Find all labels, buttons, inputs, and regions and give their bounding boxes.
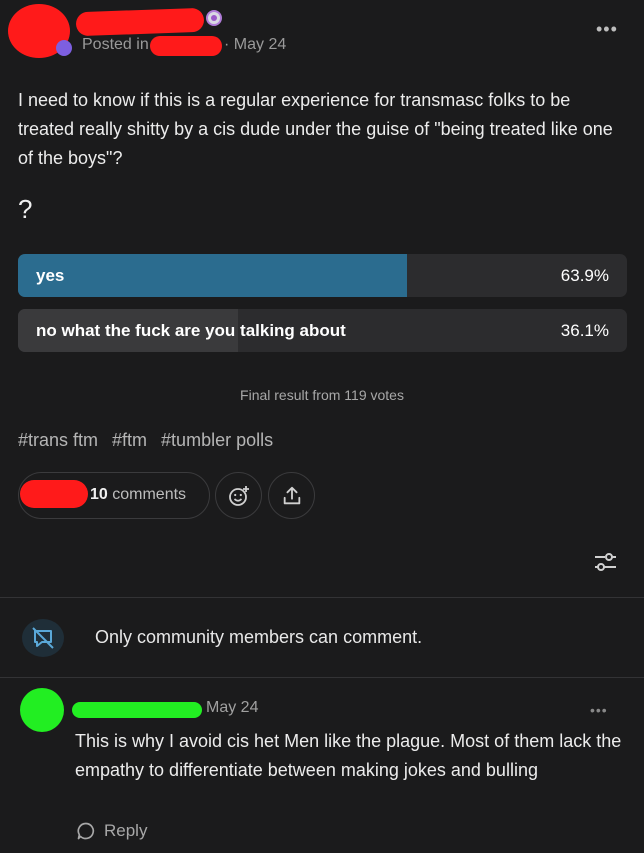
reply-more-options-button[interactable]: ••• — [590, 702, 608, 718]
poll-question: ? — [18, 194, 33, 224]
reply-label: Reply — [104, 821, 148, 840]
comments-number: 10 — [90, 486, 108, 503]
redacted-community-name[interactable] — [150, 36, 222, 56]
comments-count[interactable]: 10 comments — [90, 486, 186, 504]
comments-word: comments — [107, 486, 187, 503]
poll-option-yes[interactable]: yes 63.9% — [18, 254, 627, 297]
posted-in-label: Posted in — [82, 36, 149, 53]
poll-option-fill — [18, 254, 408, 297]
reply-date: May 24 — [206, 699, 259, 716]
divider — [0, 597, 644, 598]
comments-disabled-icon — [22, 619, 64, 657]
post-more-options-button[interactable]: ••• — [596, 20, 618, 38]
tag-link[interactable]: #tumbler polls — [161, 430, 273, 451]
redacted-reply-avatar[interactable] — [20, 688, 64, 732]
sort-filter-button[interactable] — [591, 548, 619, 581]
redacted-username[interactable] — [75, 7, 205, 37]
emoji-add-icon — [228, 485, 249, 506]
community-only-notice: Only community members can comment. — [95, 627, 423, 647]
tag-list: #trans ftm #ftm #tumbler polls — [18, 430, 273, 451]
community-icon — [56, 40, 72, 56]
share-icon — [283, 486, 300, 504]
filter-sliders-icon — [595, 553, 616, 571]
reply-button[interactable]: Reply — [76, 821, 147, 841]
poll-option-label: yes — [36, 266, 65, 285]
poll-option-percent: 36.1% — [560, 321, 609, 340]
poll-option-label: no what the fuck are you talking about — [36, 321, 346, 340]
divider — [0, 677, 644, 678]
tag-link[interactable]: #ftm — [112, 430, 147, 451]
post-body: I need to know if this is a regular expe… — [18, 90, 613, 168]
speech-bubble-icon — [77, 822, 95, 840]
poll-option-no[interactable]: no what the fuck are you talking about 3… — [18, 309, 627, 352]
tag-link[interactable]: #trans ftm — [18, 430, 98, 451]
poll-final-result: Final result from 119 votes — [240, 387, 404, 403]
poll-option-percent: 63.9% — [560, 266, 609, 285]
redacted-notes-count — [20, 480, 88, 508]
user-badge-icon — [206, 10, 222, 26]
post-date: · May 24 — [224, 36, 287, 53]
redacted-reply-username[interactable] — [72, 702, 202, 718]
share-button[interactable] — [268, 472, 315, 519]
react-button[interactable] — [215, 472, 262, 519]
reply-text: This is why I avoid cis het Men like the… — [75, 731, 622, 780]
